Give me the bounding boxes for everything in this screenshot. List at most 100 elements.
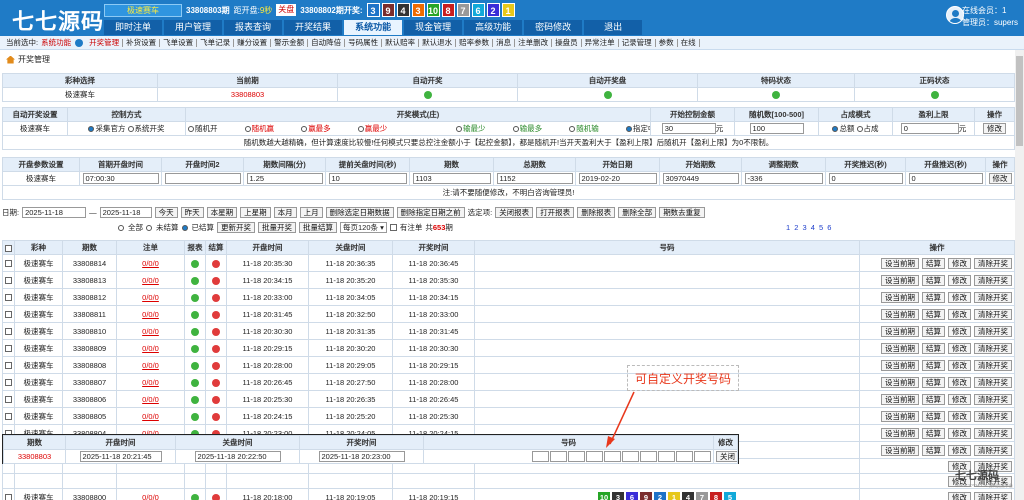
bets-link[interactable]: 0/0/0 (142, 276, 159, 285)
action-button[interactable]: 设当前期 (881, 291, 919, 303)
sub-nav-item[interactable]: 自动降倍 (308, 38, 346, 47)
nav-tab-系统功能[interactable]: 系统功能 (344, 20, 403, 35)
current-game[interactable]: 极速赛车 (104, 3, 182, 17)
settle-status-icon[interactable] (212, 259, 220, 268)
filter-button[interactable]: 昨天 (180, 207, 204, 218)
action-button[interactable]: 结算 (922, 274, 945, 286)
action-button[interactable]: 设当前期 (881, 325, 919, 337)
action-button[interactable]: 设当前期 (881, 342, 919, 354)
settle-status-icon[interactable] (212, 344, 220, 353)
action-button[interactable]: 清除开奖 (974, 491, 1012, 500)
status-radio[interactable] (118, 224, 124, 231)
popup-close-button[interactable]: 关闭 (716, 451, 737, 462)
action-button[interactable]: 清除开奖 (974, 274, 1012, 286)
action-button[interactable]: 修改 (948, 359, 971, 371)
action-button[interactable]: 设当前期 (881, 274, 919, 286)
first-open-input[interactable]: 07:00:30 (82, 173, 159, 184)
action-button[interactable]: 设当前期 (881, 444, 919, 456)
action-button[interactable]: 结算 (922, 342, 945, 354)
status-green-icon[interactable] (772, 91, 780, 99)
popup-open-input[interactable]: 2025-11-18 20:21:45 (79, 451, 162, 462)
popup-number-input[interactable] (604, 451, 621, 462)
action-button[interactable]: 清除开奖 (974, 444, 1012, 456)
bets-link[interactable]: 0/0/0 (142, 493, 159, 500)
mode-radio[interactable] (357, 125, 364, 132)
popup-number-input[interactable] (550, 451, 567, 462)
action-button[interactable]: 结算 (922, 410, 945, 422)
bets-link[interactable]: 0/0/0 (142, 395, 159, 404)
action-button[interactable]: 设当前期 (881, 427, 919, 439)
adjust-period-input[interactable]: -336 (744, 173, 823, 184)
sub-nav-item[interactable]: 飞单设置 (160, 38, 198, 47)
action-button[interactable]: 清除开奖 (974, 308, 1012, 320)
action-button[interactable]: 修改 (948, 427, 971, 439)
list-button[interactable]: 更新开奖 (217, 222, 255, 233)
popup-close-input[interactable]: 2025-11-18 20:22:50 (194, 451, 281, 462)
action-button[interactable]: 修改 (948, 274, 971, 286)
settle-status-icon[interactable] (212, 493, 220, 500)
settle-status-icon[interactable] (212, 395, 220, 404)
specify-radio[interactable] (625, 125, 632, 132)
scrollbar-thumb[interactable] (1016, 56, 1023, 146)
bets-link[interactable]: 0/0/0 (142, 327, 159, 336)
popup-draw-input[interactable]: 2025-11-18 20:23:00 (318, 451, 405, 462)
share-radio-share[interactable] (856, 126, 863, 133)
sub-nav-item[interactable]: 在线 (678, 38, 700, 47)
settle-status-icon[interactable] (212, 276, 220, 285)
pagination[interactable]: 1 2 3 4 5 6 (786, 223, 832, 232)
action-button[interactable]: 修改 (948, 308, 971, 320)
nav-tab-即时注单[interactable]: 即时注单 (104, 20, 163, 35)
popup-number-input[interactable] (532, 451, 549, 462)
sub-nav-item[interactable]: 默认退水 (419, 38, 457, 47)
total-periods-input[interactable]: 1152 (496, 173, 573, 184)
sub-nav-item[interactable]: 消息 (493, 38, 516, 47)
random-input[interactable]: 100 (749, 123, 804, 134)
action-button[interactable]: 清除开奖 (974, 325, 1012, 337)
report-status-icon[interactable] (191, 378, 199, 387)
row-checkbox[interactable] (5, 277, 12, 285)
select-all-checkbox[interactable] (5, 244, 12, 252)
row-checkbox[interactable] (5, 328, 12, 336)
open-time2-input[interactable] (164, 173, 241, 184)
action-button[interactable]: 结算 (922, 444, 945, 456)
sub-nav-item[interactable]: 记录管理 (619, 38, 656, 47)
report-status-icon[interactable] (191, 412, 199, 421)
popup-number-input[interactable] (640, 451, 657, 462)
mode-radio[interactable] (188, 125, 194, 132)
filter-button[interactable]: 删除指定日期之前 (396, 207, 465, 218)
nav-tab-用户管理[interactable]: 用户管理 (164, 20, 223, 35)
date-from-input[interactable]: 2025-11-18 (22, 207, 87, 218)
list-button[interactable]: 批量结算 (299, 222, 337, 233)
mode-radio[interactable] (301, 125, 308, 132)
sub-nav-item[interactable]: 默认赔率 (382, 38, 420, 47)
action-button[interactable]: 清除开奖 (974, 410, 1012, 422)
row-checkbox[interactable] (5, 379, 12, 387)
action-button[interactable]: 清除开奖 (974, 427, 1012, 439)
action-button[interactable]: 设当前期 (881, 393, 919, 405)
popup-number-input[interactable] (658, 451, 675, 462)
edit-button[interactable]: 修改 (988, 173, 1012, 184)
popup-number-input[interactable] (568, 451, 585, 462)
start-date-input[interactable]: 2019-02-20 (578, 173, 657, 184)
status-green-icon[interactable] (930, 91, 939, 99)
profit-limit-input[interactable]: 0 (900, 123, 959, 135)
mode-radio[interactable] (512, 125, 519, 132)
action-button[interactable]: 修改 (948, 410, 971, 422)
filter-button[interactable]: 上月 (299, 207, 323, 218)
action-button[interactable]: 修改 (948, 376, 971, 388)
filter-button[interactable]: 删除全部 (618, 207, 657, 218)
action-button[interactable]: 清除开奖 (974, 342, 1012, 354)
filter-button[interactable]: 关闭报表 (495, 207, 534, 218)
interval-input[interactable]: 1.25 (246, 173, 323, 184)
mode-radio[interactable] (244, 125, 251, 132)
action-button[interactable]: 修改 (948, 491, 971, 500)
action-button[interactable]: 结算 (922, 325, 945, 337)
settle-status-icon[interactable] (212, 412, 220, 421)
nav-tab-报表查询[interactable]: 报表查询 (224, 20, 283, 35)
action-button[interactable]: 结算 (922, 427, 945, 439)
row-checkbox[interactable] (5, 362, 12, 370)
row-checkbox[interactable] (5, 494, 12, 500)
row-checkbox[interactable] (5, 345, 12, 353)
action-button[interactable]: 修改 (948, 291, 971, 303)
filter-button[interactable]: 删除选定日期数据 (325, 207, 394, 218)
